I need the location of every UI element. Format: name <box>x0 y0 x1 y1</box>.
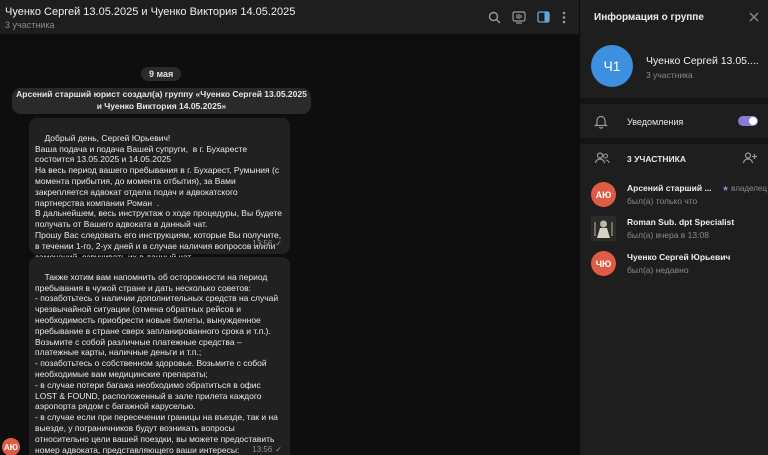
more-menu-icon[interactable] <box>556 9 572 25</box>
message-time: 13:56 <box>252 445 273 455</box>
chat-header[interactable]: Чуенко Сергей 13.05.2025 и Чуенко Виктор… <box>0 0 579 35</box>
message-bubble[interactable]: Также хотим вам напомнить об осторожност… <box>29 257 290 455</box>
date-separator: 9 мая <box>141 67 182 81</box>
bell-icon <box>594 114 610 130</box>
member-avatar: ЧЮ <box>591 251 616 276</box>
members-header: 3 УЧАСТНИКА <box>627 154 686 164</box>
video-chat-icon[interactable] <box>511 9 527 25</box>
member-status: был(а) вчера в 13:08 <box>627 230 709 240</box>
member-row[interactable]: АЮ Арсений старший ... ★ владелец был(а) … <box>580 179 768 211</box>
member-avatar: АЮ <box>591 182 616 207</box>
chat-member-count: 3 участника <box>5 20 55 30</box>
group-member-count: 3 участника <box>646 70 693 80</box>
message-time: 13:56 <box>252 239 273 249</box>
panel-title: Информация о группе <box>594 12 704 23</box>
message-meta: 13:56 ✓ <box>252 445 282 455</box>
member-avatar-photo <box>591 216 616 241</box>
close-icon[interactable] <box>748 10 762 24</box>
divider <box>580 98 768 104</box>
member-status: был(а) недавно <box>627 265 689 275</box>
star-icon: ★ <box>722 184 730 193</box>
member-row[interactable]: Roman Sub. dpt Specialist был(а) вчера в… <box>580 213 768 245</box>
member-name: Чуенко Сергей Юрьевич <box>627 252 731 262</box>
read-check-icon: ✓ <box>275 239 282 249</box>
sidebar-toggle-icon[interactable] <box>535 9 551 25</box>
group-info-panel: Информация о группе Ч1 Чуенко Сергей 13.… <box>579 0 768 455</box>
chat-title[interactable]: Чуенко Сергей 13.05.2025 и Чуенко Виктор… <box>5 6 295 18</box>
add-member-icon[interactable] <box>742 151 758 167</box>
message-bubble[interactable]: Добрый день, Сергей Юрьевич! Ваша подача… <box>29 118 290 262</box>
member-name: Roman Sub. dpt Specialist <box>627 217 735 227</box>
chat-area: Чуенко Сергей 13.05.2025 и Чуенко Виктор… <box>0 0 579 455</box>
search-icon[interactable] <box>486 9 502 25</box>
group-name: Чуенко Сергей 13.05.... <box>646 55 759 67</box>
members-icon <box>594 151 610 167</box>
message-text: Добрый день, Сергей Юрьевич! Ваша подача… <box>35 132 283 262</box>
member-name: Арсений старший ... <box>627 183 712 193</box>
divider <box>580 138 768 144</box>
group-avatar[interactable]: Ч1 <box>591 45 633 87</box>
read-check-icon: ✓ <box>275 445 282 455</box>
member-status: был(а) только что <box>627 196 698 206</box>
message-meta: 13:56 ✓ <box>252 239 282 250</box>
notifications-label[interactable]: Уведомления <box>627 117 683 127</box>
sender-avatar[interactable]: АЮ <box>2 438 20 455</box>
member-role: ★ владелец <box>722 184 767 193</box>
message-text: Также хотим вам напомнить об осторожност… <box>35 271 279 455</box>
service-message: Арсений старший юрист создал(а) группу «… <box>12 88 311 114</box>
member-row[interactable]: ЧЮ Чуенко Сергей Юрьевич был(а) недавно <box>580 248 768 280</box>
notifications-toggle[interactable] <box>738 116 758 126</box>
